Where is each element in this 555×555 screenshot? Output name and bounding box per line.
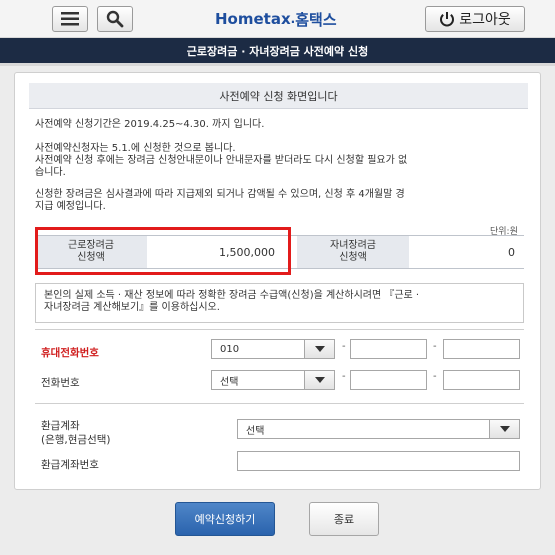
- refund-account-select[interactable]: 선택: [237, 419, 520, 439]
- page-title: 근로장려금 · 자녀장려금 사전예약 신청: [0, 38, 555, 66]
- logo-text: Hometax: [215, 10, 291, 28]
- power-icon: [440, 12, 455, 27]
- logout-button[interactable]: 로그아웃: [425, 6, 525, 32]
- application-panel: 사전예약 신청 화면입니다 사전예약 신청기간은 2019.4.25~4.30.…: [14, 72, 541, 490]
- account-number-label: 환급계좌번호: [41, 459, 99, 471]
- logout-label: 로그아웃: [459, 12, 511, 28]
- highlight-box: [35, 227, 291, 275]
- calculator-info: 본인의 실제 소득 · 재산 정보에 따라 정확한 장려금 수급액(신청)을 계…: [35, 283, 524, 323]
- notice-line: 사전예약신청자는 5.1.에 신청한 것으로 봅니다.: [35, 143, 236, 154]
- divider: [35, 403, 524, 404]
- dash: -: [433, 371, 437, 382]
- chevron-down-icon: [304, 340, 334, 358]
- top-bar: Hometax . 홈택스 로그아웃: [0, 0, 555, 38]
- phone-label: 전화번호: [41, 377, 80, 389]
- account-number-input[interactable]: [237, 451, 520, 471]
- mobile-label: 휴대전화번호: [41, 347, 99, 359]
- notice-period: 사전예약 신청기간은 2019.4.25~4.30. 까지 입니다.: [35, 119, 265, 130]
- phone-last-input[interactable]: [443, 370, 520, 390]
- divider: [35, 329, 524, 330]
- mobile-prefix-select[interactable]: 010: [211, 339, 335, 359]
- chevron-down-icon: [489, 420, 519, 438]
- phone-prefix-select[interactable]: 선택: [211, 370, 335, 390]
- menu-icon: [61, 12, 79, 26]
- search-button[interactable]: [97, 6, 133, 32]
- phone-middle-input[interactable]: [350, 370, 427, 390]
- chevron-down-icon: [304, 371, 334, 389]
- close-button[interactable]: 종료: [309, 502, 379, 536]
- notice-line: 지급 예정입니다.: [35, 201, 106, 212]
- logo-text-korean: 홈택스: [295, 10, 337, 29]
- refund-account-label: 환급계좌 (은행,현금선택): [41, 420, 111, 446]
- dash: -: [342, 341, 346, 352]
- mobile-last-input[interactable]: [443, 339, 520, 359]
- menu-button[interactable]: [52, 6, 88, 32]
- hometax-logo[interactable]: Hometax . 홈택스: [215, 8, 337, 30]
- mobile-middle-input[interactable]: [350, 339, 427, 359]
- dash: -: [342, 371, 346, 382]
- reserve-apply-button[interactable]: 예약신청하기: [175, 502, 275, 536]
- dash: -: [433, 341, 437, 352]
- child-incentive-amount: 0: [508, 245, 515, 259]
- child-incentive-label: 자녀장려금 신청액: [297, 236, 409, 268]
- notice-heading: 사전예약 신청 화면입니다: [29, 83, 528, 109]
- search-icon: [106, 10, 124, 28]
- notice-line: 사전예약 신청 후에는 장려금 신청안내문이나 안내문자를 받더라도 다시 신청…: [35, 155, 408, 166]
- notice-line: 습니다.: [35, 167, 66, 178]
- notice-line: 신청한 장려금은 심사결과에 따라 지급제외 되거나 감액될 수 있으며, 신청…: [35, 189, 405, 200]
